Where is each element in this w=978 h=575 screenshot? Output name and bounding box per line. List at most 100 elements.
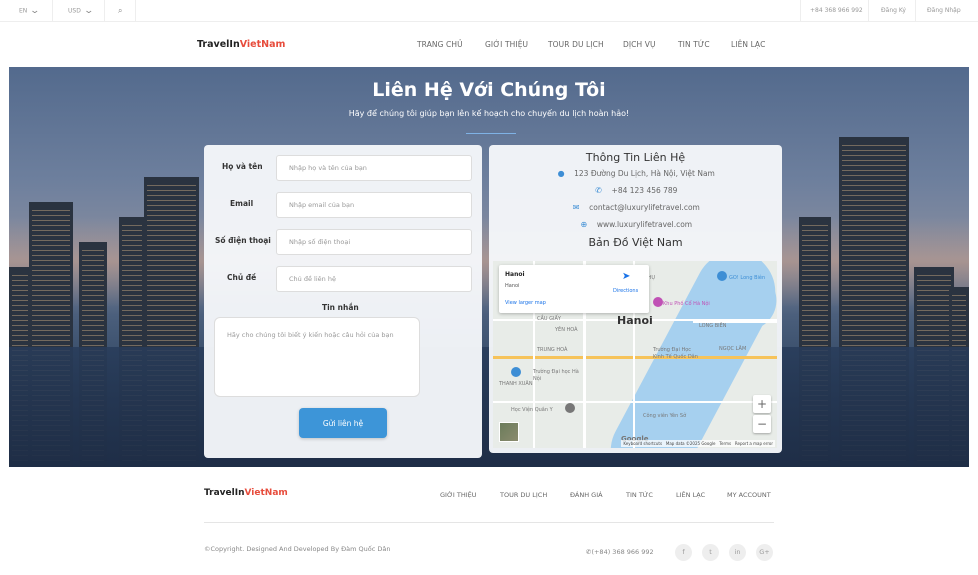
nav-home[interactable]: TRANG CHỦ [417, 40, 463, 49]
divider [915, 0, 916, 22]
chevron-down-icon: ⌄ [29, 6, 41, 16]
footer-nav-tours[interactable]: TOUR DU LỊCH [500, 491, 547, 499]
popup-title: Hanoi [505, 271, 525, 278]
message-textarea[interactable] [214, 317, 420, 397]
footer-logo-accent: VietNam [244, 488, 288, 498]
twitter-icon[interactable]: t [702, 544, 719, 561]
map-pin[interactable] [565, 403, 575, 413]
terms-link[interactable]: Terms [719, 441, 731, 446]
footer-logo-main: TravelIn [204, 488, 245, 498]
map-road [493, 401, 777, 403]
google-plus-icon[interactable]: G+ [756, 544, 773, 561]
topbar-phone: +84 368 966 992 [810, 7, 863, 14]
phone-input[interactable] [276, 229, 472, 255]
logo-main: TravelIn [197, 39, 240, 50]
language-selector[interactable]: EN ⌄ [19, 0, 41, 22]
map-place-label: GO! Long Biên [729, 275, 766, 281]
website-text[interactable]: www.luxurylifetravel.com [597, 220, 692, 229]
map-place-label: Trường Đại Học Kinh Tế Quốc Dân [653, 347, 698, 360]
map-pin[interactable] [717, 271, 727, 281]
zoom-in-button[interactable]: + [753, 395, 771, 413]
submit-button[interactable]: Gửi liên hệ [299, 408, 387, 438]
address-text: 123 Đường Du Lịch, Hà Nội, Việt Nam [574, 169, 715, 178]
map-place-label: Học Viện Quân Y [511, 407, 553, 413]
map-title: Bản Đồ Việt Nam [588, 236, 683, 249]
currency-selector[interactable]: USD ⌄ [68, 0, 94, 22]
map-place-label: Công viên Yên Sở [643, 413, 687, 419]
nav-contact[interactable]: LIÊN LẠC [731, 40, 765, 49]
top-bar: EN ⌄ USD ⌄ ⌕ +84 368 966 992 Đăng Ký Đăng … [0, 0, 978, 22]
divider [104, 0, 105, 22]
map-pin[interactable] [511, 367, 521, 377]
footer-phone: ✆(+84) 368 966 992 [586, 548, 654, 556]
map-place-label: Trường Đại học Hà Nội [533, 369, 579, 382]
footer-nav-news[interactable]: TIN TỨC [626, 491, 653, 499]
website-row: ⊕ www.luxurylifetravel.com [489, 220, 782, 229]
map-place-label: TRUNG HOÀ [537, 347, 568, 353]
hero-title: Liên Hệ Với Chúng Tôi [372, 79, 606, 101]
name-input[interactable] [276, 155, 472, 181]
phone-row: ✆ +84 123 456 789 [489, 186, 782, 195]
globe-icon: ⊕ [580, 220, 588, 229]
copyright-text: ©Copyright. Designed And Developed By Đà… [204, 545, 391, 553]
footer-logo[interactable]: TravelInVietNam [204, 488, 288, 498]
email-label: Email [230, 199, 254, 208]
chevron-down-icon: ⌄ [83, 6, 94, 16]
directions-icon[interactable]: ➤ [622, 271, 634, 283]
name-label: Họ và tên [222, 162, 263, 171]
hero-subtitle: Hãy để chúng tôi giúp bạn lên kế hoạch c… [348, 109, 630, 118]
view-larger-map-link[interactable]: View larger map [505, 300, 546, 306]
map-place-label: Khu Phố Cổ Hà Nội [663, 301, 710, 307]
keyboard-shortcuts-link[interactable]: Keyboard shortcuts [623, 441, 662, 446]
satellite-toggle[interactable] [499, 422, 519, 442]
map-place-label: YÊN HOÀ [555, 327, 578, 333]
contact-info-title: Thông Tin Liên Hệ [585, 151, 686, 164]
site-logo[interactable]: TravelInVietNam [197, 39, 285, 50]
map-marker-icon: ● [557, 169, 565, 178]
report-error-link[interactable]: Report a map error [735, 441, 773, 446]
address-row: ● 123 Đường Du Lịch, Hà Nội, Việt Nam [489, 169, 782, 178]
footer-nav-contact[interactable]: LIÊN LẠC [676, 491, 705, 499]
subject-input[interactable] [276, 266, 472, 292]
message-label: Tin nhắn [322, 303, 359, 312]
map-place-label: CẦU GIẤY [537, 316, 561, 322]
footer-nav-reviews[interactable]: ĐÁNH GIÁ [570, 491, 603, 499]
email-row: ✉ contact@luxurylifetravel.com [489, 203, 782, 212]
footer-phone-text: (+84) 368 966 992 [591, 548, 654, 556]
language-value: EN [19, 7, 28, 15]
zoom-out-button[interactable]: − [753, 415, 771, 433]
nav-tours[interactable]: TOUR DU LỊCH [548, 40, 604, 49]
nav-services[interactable]: DỊCH VỤ [623, 40, 656, 49]
google-map[interactable]: GO! Long Biên Khu Phố Cổ Hà Nội YÊN PHỤ … [493, 261, 777, 448]
map-city-label: Hanoi [617, 314, 653, 327]
phone-label: Số điện thoại [215, 236, 271, 245]
divider [868, 0, 869, 22]
email-input[interactable] [276, 192, 472, 218]
currency-value: USD [68, 7, 81, 15]
footer-nav-about[interactable]: GIỚI THIỆU [440, 491, 477, 499]
contact-form: Họ và tên Email Số điện thoại Chủ đề Tin… [204, 145, 482, 458]
map-place-label: LONG BIÊN [699, 323, 727, 329]
linkedin-icon[interactable]: in [729, 544, 746, 561]
map-place-label: NGỌC LÂM [719, 346, 747, 352]
nav-news[interactable]: TIN TỨC [678, 40, 710, 49]
login-link[interactable]: Đăng Nhập [927, 0, 961, 22]
divider [52, 0, 53, 22]
facebook-icon[interactable]: f [675, 544, 692, 561]
envelope-icon: ✉ [572, 203, 580, 212]
map-pin[interactable] [653, 297, 663, 307]
contact-info-card: Thông Tin Liên Hệ ● 123 Đường Du Lịch, Hà… [489, 145, 782, 453]
search-icon[interactable]: ⌕ [118, 0, 122, 22]
logo-accent: VietNam [239, 39, 286, 50]
divider [135, 0, 136, 22]
nav-about[interactable]: GIỚI THIỆU [485, 40, 528, 49]
register-link[interactable]: Đăng Ký [881, 0, 906, 22]
email-text[interactable]: contact@luxurylifetravel.com [589, 203, 700, 212]
directions-link[interactable]: Directions [613, 288, 638, 294]
main-header: TravelInVietNam TRANG CHỦ GIỚI THIỆU TOU… [0, 22, 978, 67]
phone-icon: ✆ [595, 186, 602, 195]
popup-subtitle: Hanoi [505, 283, 520, 289]
footer-nav-account[interactable]: MY ACCOUNT [727, 491, 771, 499]
map-footer: Keyboard shortcuts Map data ©2025 Google… [621, 440, 775, 447]
hero-underline [466, 133, 516, 134]
